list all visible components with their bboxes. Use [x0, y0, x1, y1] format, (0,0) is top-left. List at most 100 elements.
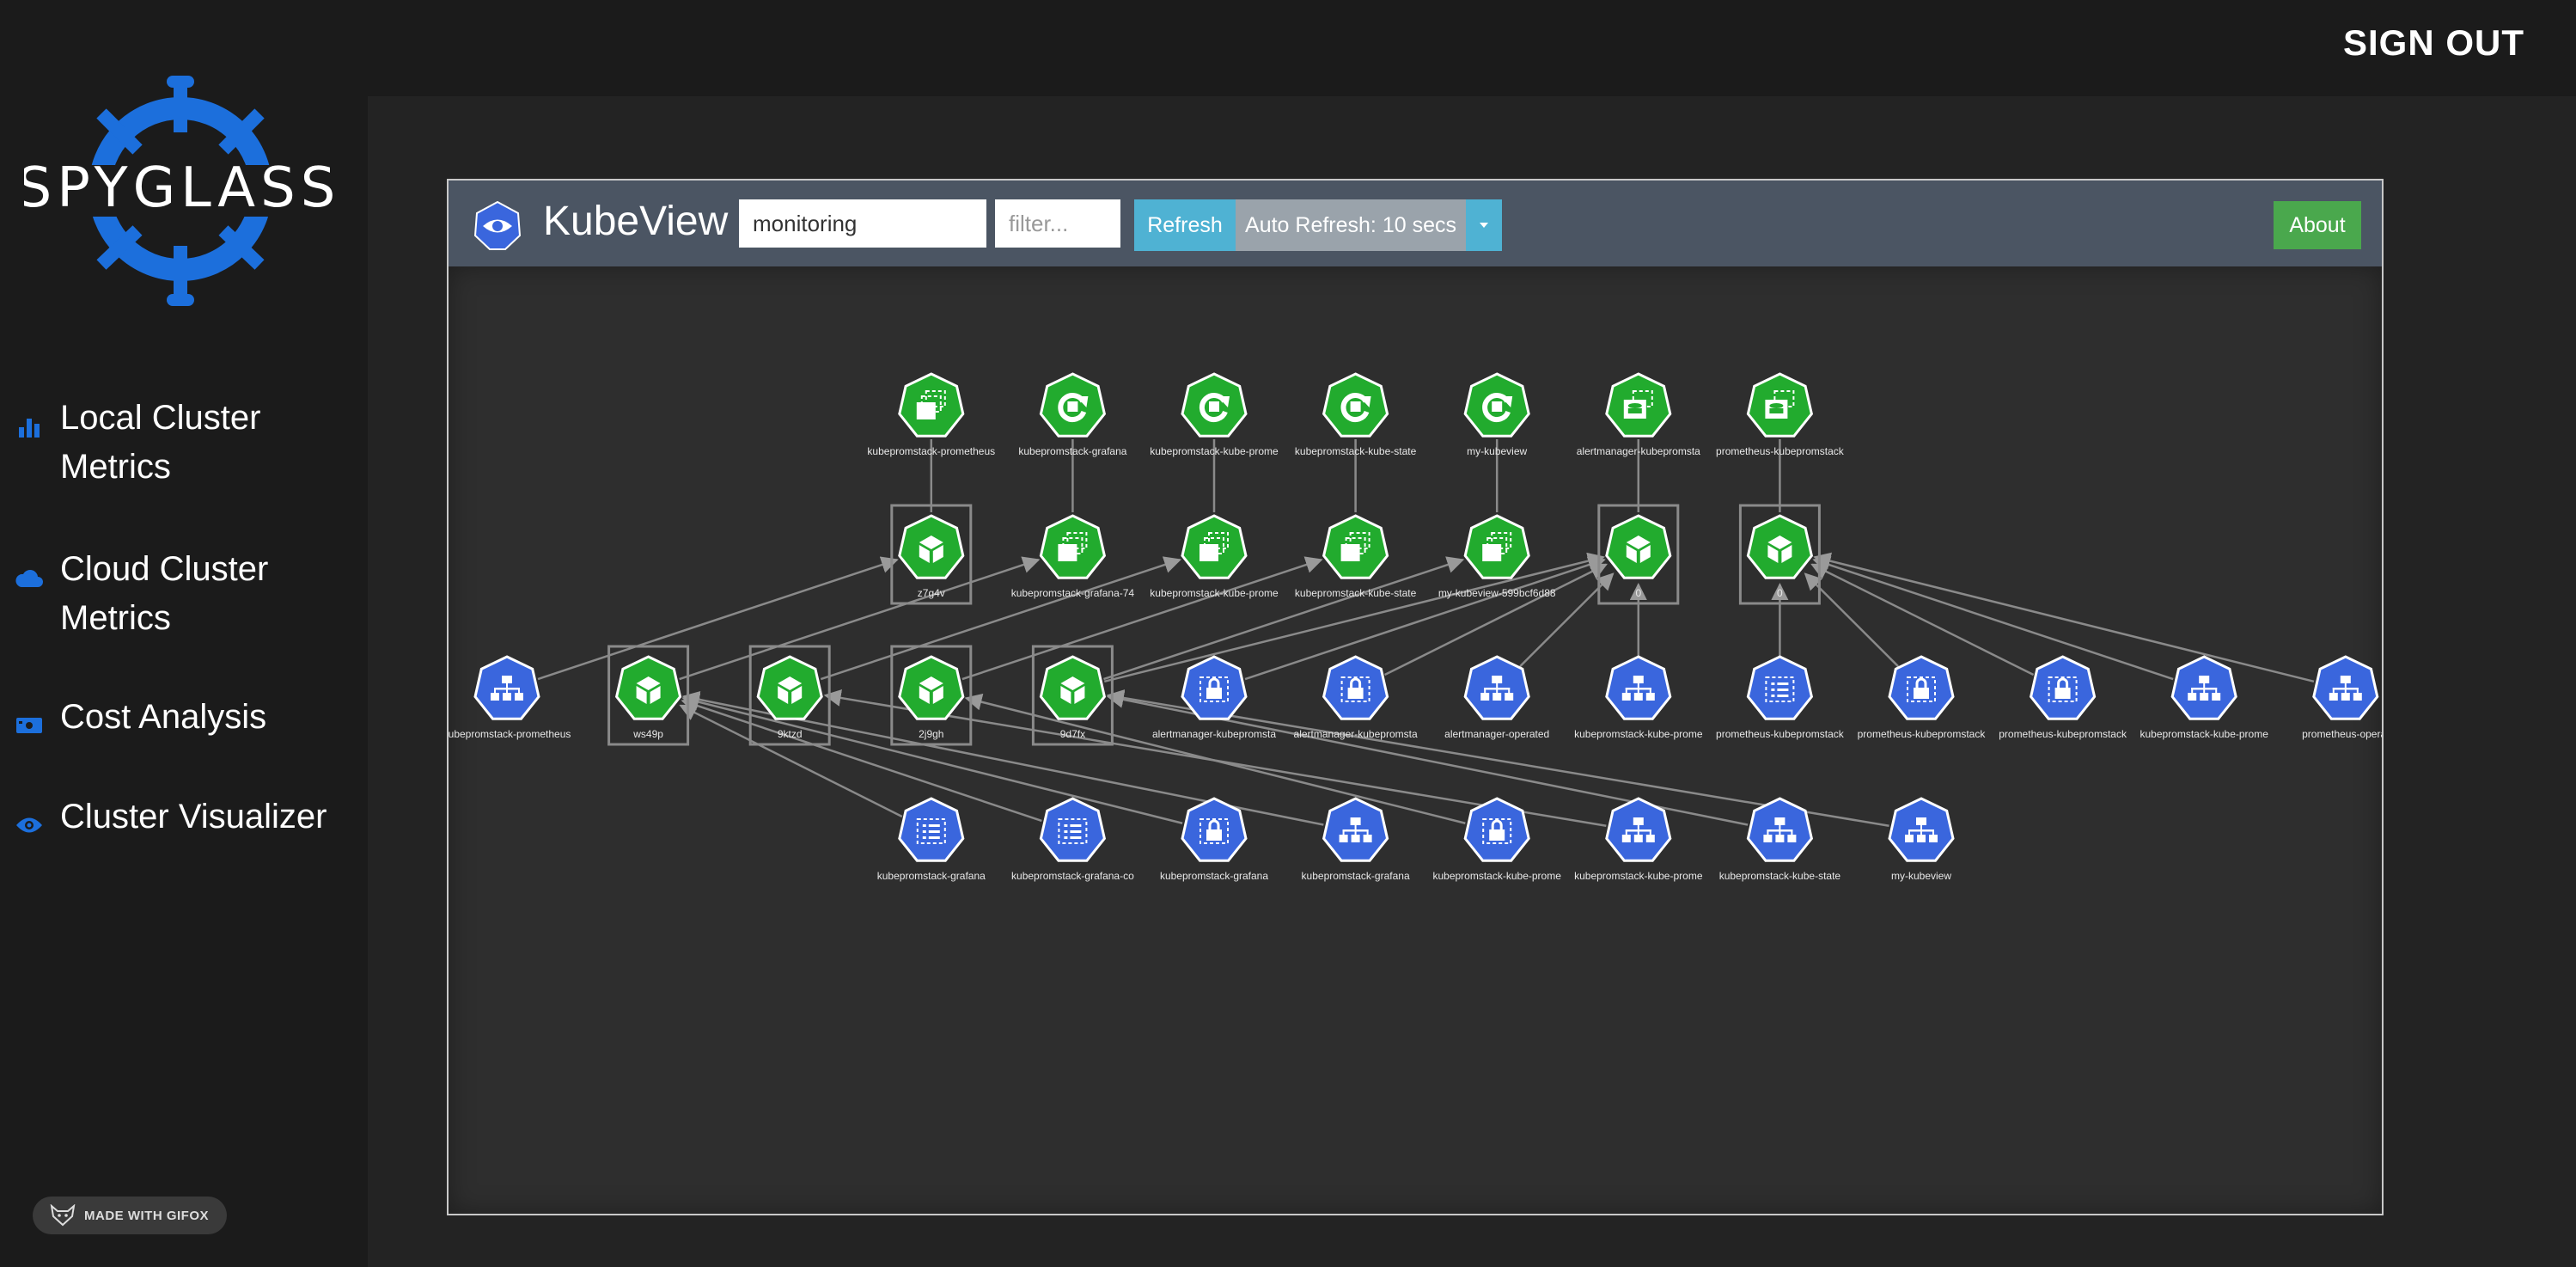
graph-node[interactable]: kubepromstack-grafana-74: [1011, 514, 1135, 599]
graph-node[interactable]: prometheus-kubepromstack: [1858, 655, 1987, 740]
sidebar-item-cost-analysis[interactable]: Cost Analysis: [12, 693, 352, 743]
graph-node[interactable]: alertmanager-operated: [1444, 655, 1549, 740]
bar-chart-icon: [12, 409, 46, 444]
graph-node[interactable]: z7g4v: [890, 504, 973, 605]
graph-edge: [679, 556, 1041, 681]
graph-node[interactable]: kubepromstack-grafana-co: [1011, 797, 1134, 882]
cluster-graph[interactable]: kubepromstack-prometheus kubepromstack-g…: [449, 266, 2382, 1214]
graph-node[interactable]: kubepromstack-kube-prome: [1432, 797, 1561, 882]
fox-icon: [50, 1204, 76, 1227]
node-label: alertmanager-kubepromsta: [1577, 445, 1700, 457]
node-label: kubepromstack-kube-prome: [1574, 870, 1703, 882]
graph-node[interactable]: 0: [1738, 504, 1821, 605]
refresh-button[interactable]: Refresh: [1134, 199, 1236, 251]
node-label: alertmanager-kubepromsta: [1152, 728, 1276, 740]
about-button[interactable]: About: [2274, 201, 2361, 249]
graph-node[interactable]: alertmanager-kubepromsta: [1294, 655, 1418, 740]
sidebar: SPYGLASS Local Cluster Metrics Cloud Clu…: [0, 0, 368, 1267]
spyglass-logo: SPYGLASS: [24, 76, 333, 306]
node-label: z7g4v: [918, 587, 945, 599]
graph-node[interactable]: kubepromstack-kube-prome: [1574, 655, 1703, 740]
node-label: my-kubeview-599bcf6d88: [1438, 587, 1556, 599]
graph-node[interactable]: 9d7fx: [1031, 645, 1114, 746]
graph-node[interactable]: 0: [1597, 504, 1680, 605]
node-label: 0: [1635, 587, 1641, 599]
graph-node[interactable]: 2j9gh: [890, 645, 973, 746]
graph-node[interactable]: kubepromstack-kube-state: [1719, 797, 1841, 882]
graph-node[interactable]: my-kubeview-599bcf6d88: [1438, 514, 1556, 599]
node-shape: [1039, 797, 1107, 862]
node-label: kubepromstack-kube-state: [1295, 587, 1417, 599]
node-label: kubepromstack-kube-prome: [1574, 728, 1703, 740]
sign-out-button[interactable]: SIGN OUT: [2343, 22, 2524, 64]
node-label: alertmanager-kubepromsta: [1294, 728, 1418, 740]
graph-node[interactable]: my-kubeview: [1888, 797, 1955, 882]
graph-node[interactable]: kubepromstack-kube-prome: [1150, 514, 1279, 599]
graph-node[interactable]: kubepromstack-grafana: [1018, 372, 1127, 457]
graph-node[interactable]: prometheus-operat: [2302, 655, 2382, 740]
node-label: kubepromstack-kube-prome: [1150, 445, 1279, 457]
graph-node[interactable]: prometheus-kubepromstack: [1999, 655, 2127, 740]
node-label: 9d7fx: [1060, 728, 1085, 740]
graph-edge: [681, 697, 1042, 823]
sidebar-item-cluster-visualizer[interactable]: Cluster Visualizer: [12, 793, 352, 842]
node-label: kubepromstack-grafana: [1160, 870, 1268, 882]
node-label: kubepromstack-prometheus: [867, 445, 995, 457]
node-label: prometheus-operat: [2302, 728, 2382, 740]
kubeview-eye-icon: [473, 201, 522, 250]
kubeview-toolbar: KubeView Refresh Auto Refresh: 10 secs A…: [449, 181, 2382, 266]
node-label: kubepromstack-grafana-co: [1011, 870, 1134, 882]
cloud-icon: [12, 560, 46, 595]
made-with-gifox-badge[interactable]: MADE WITH GIFOX: [33, 1197, 227, 1234]
sidebar-item-local-cluster-metrics[interactable]: Local Cluster Metrics: [12, 394, 352, 492]
graph-node[interactable]: kubepromstack-kube-prome: [1150, 372, 1279, 457]
graph-canvas[interactable]: kubepromstack-prometheus kubepromstack-g…: [449, 266, 2382, 1214]
node-label: kubepromstack-grafana: [877, 870, 986, 882]
graph-node[interactable]: kubepromstack-kube-state: [1295, 514, 1417, 599]
node-label: alertmanager-operated: [1444, 728, 1549, 740]
graph-edge: [961, 556, 1323, 681]
graph-node[interactable]: kubepromstack-kube-state: [1295, 372, 1417, 457]
graph-node[interactable]: prometheus-kubepromstack: [1716, 655, 1845, 740]
node-label: kubepromstack-kube-prome: [1432, 870, 1561, 882]
auto-refresh-button[interactable]: Auto Refresh: 10 secs: [1236, 199, 1466, 251]
node-label: 0: [1777, 587, 1783, 599]
node-label: prometheus-kubepromstack: [1999, 728, 2127, 740]
node-label: kubepromstack-grafana: [1302, 870, 1410, 882]
node-label: 9ktzd: [778, 728, 803, 740]
node-label: my-kubeview: [1891, 870, 1951, 882]
node-label: ws49p: [632, 728, 663, 740]
graph-node[interactable]: 9ktzd: [748, 645, 831, 746]
caret-down-icon: [1480, 223, 1488, 228]
sidebar-item-label: Cloud Cluster Metrics: [60, 550, 269, 637]
kubeview-panel: KubeView Refresh Auto Refresh: 10 secs A…: [447, 179, 2384, 1215]
node-label: kubepromstack-kube-prome: [2140, 728, 2268, 740]
gifox-badge-label: MADE WITH GIFOX: [84, 1208, 209, 1223]
sidebar-item-cloud-cluster-metrics[interactable]: Cloud Cluster Metrics: [12, 545, 352, 643]
graph-edge: [1103, 556, 1465, 681]
graph-edge: [679, 704, 903, 818]
namespace-input[interactable]: [739, 199, 986, 248]
node-label: prometheus-kubepromstack: [1716, 728, 1845, 740]
sidebar-item-label: Local Cluster Metrics: [60, 399, 261, 486]
auto-refresh-dropdown-toggle[interactable]: [1466, 199, 1502, 251]
node-label: kubepromstack-grafana: [1018, 445, 1126, 457]
graph-node[interactable]: my-kubeview: [1463, 372, 1530, 457]
kubeview-title: KubeView: [543, 199, 729, 244]
top-bar: SIGN OUT: [0, 0, 2576, 96]
node-shape: [1746, 655, 1814, 720]
graph-node[interactable]: ws49p: [607, 645, 690, 746]
node-label: kubepromstack-kube-prome: [1150, 587, 1279, 599]
graph-node[interactable]: alertmanager-kubepromsta: [1152, 655, 1276, 740]
node-label: kubepromstack-kube-state: [1719, 870, 1841, 882]
graph-node[interactable]: kubepromstack-grafana: [1302, 797, 1410, 882]
graph-node[interactable]: kubepromstack-kube-prome: [2140, 655, 2268, 740]
graph-node[interactable]: alertmanager-kubepromsta: [1577, 372, 1700, 457]
filter-input[interactable]: [995, 199, 1120, 248]
graph-node[interactable]: kubepromstack-prometheus: [449, 655, 571, 740]
graph-edge: [1812, 556, 2174, 681]
graph-node[interactable]: kubepromstack-prometheus: [867, 372, 995, 457]
node-label: kubepromstack-prometheus: [449, 728, 571, 740]
graph-node[interactable]: prometheus-kubepromstack: [1716, 372, 1845, 457]
sidebar-item-label: Cluster Visualizer: [60, 798, 327, 835]
